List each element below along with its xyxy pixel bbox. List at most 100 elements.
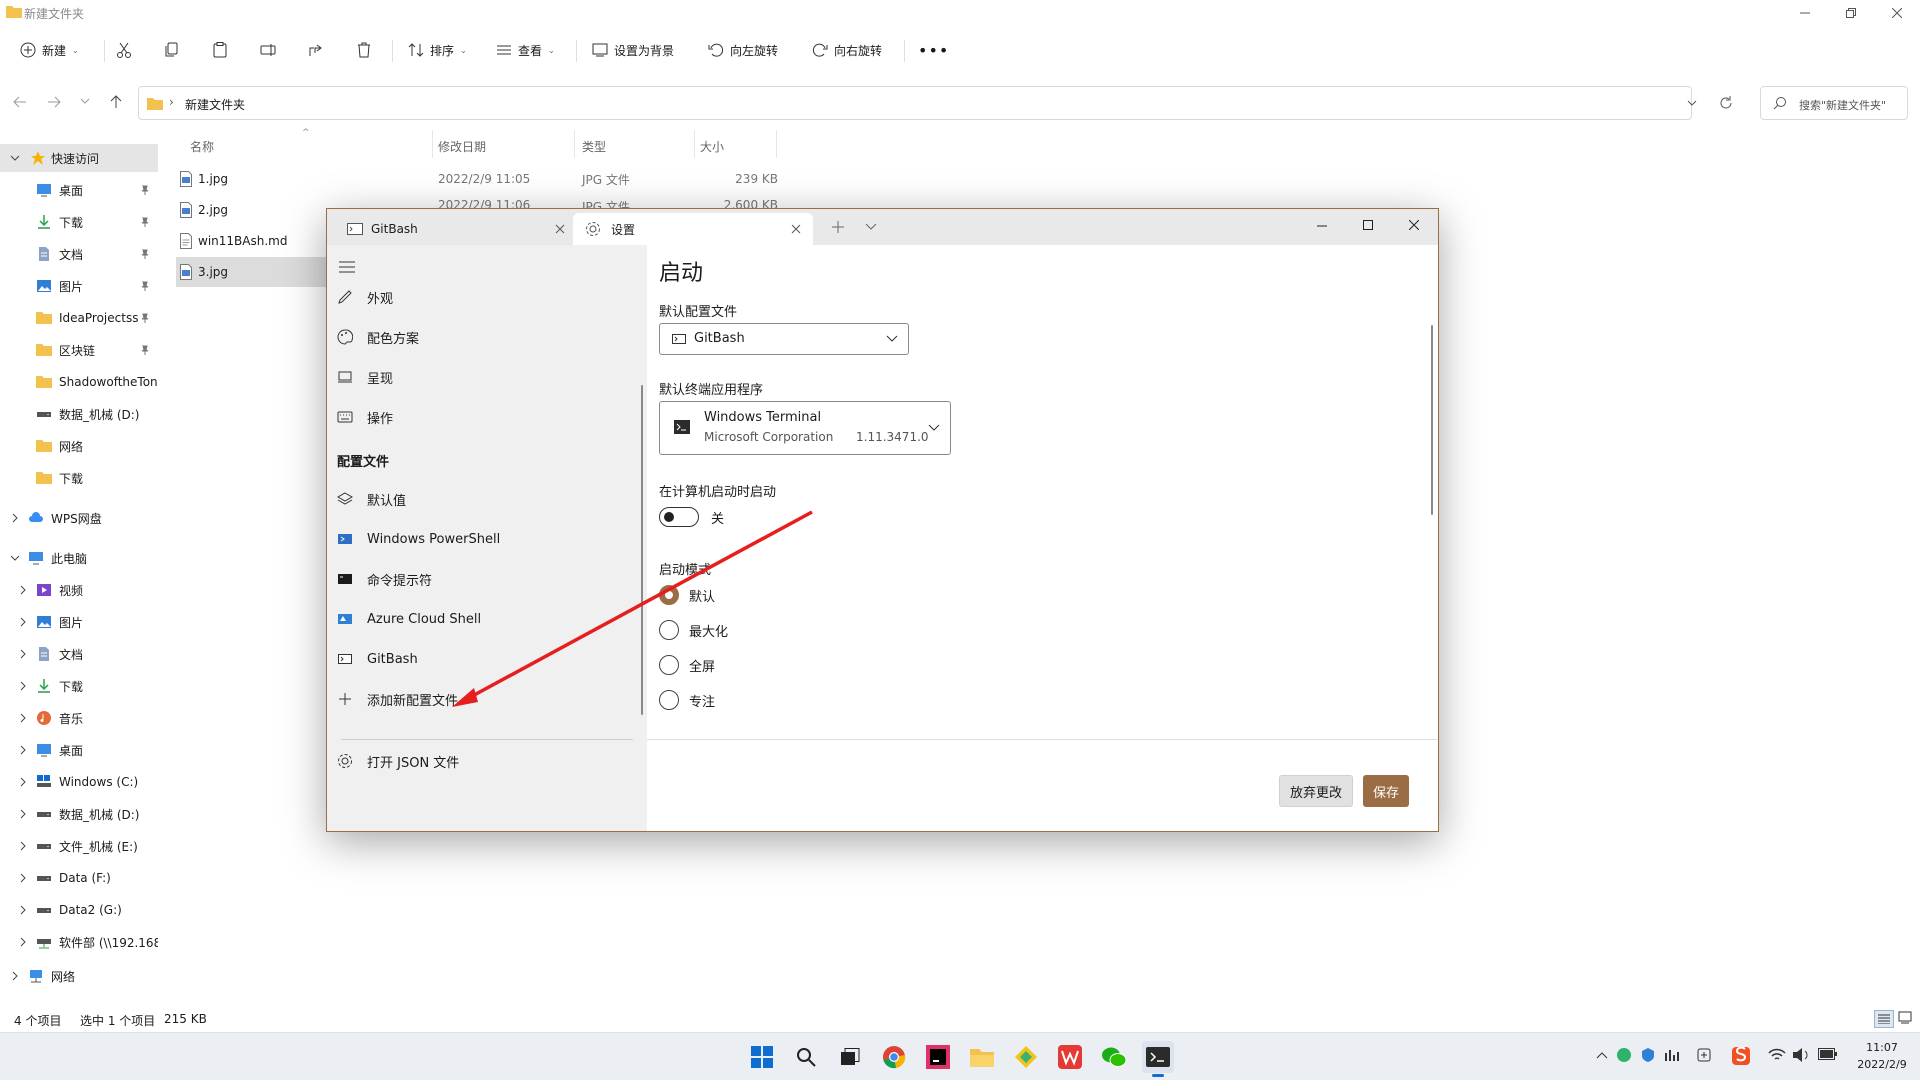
close-tab-icon[interactable] bbox=[791, 224, 801, 234]
details-view-button[interactable] bbox=[1874, 1010, 1894, 1028]
pane-scrollbar[interactable] bbox=[641, 385, 643, 715]
refresh-icon[interactable] bbox=[1719, 96, 1733, 110]
tray-app-icon[interactable] bbox=[1616, 1047, 1632, 1063]
minimize-button[interactable] bbox=[1782, 0, 1828, 26]
default-terminal-dropdown[interactable]: Windows Terminal Microsoft Corporation 1… bbox=[659, 401, 951, 455]
nav-wps[interactable]: WPS网盘 bbox=[0, 504, 158, 532]
breadcrumb-current[interactable]: 新建文件夹 bbox=[185, 96, 245, 113]
task-view-button[interactable] bbox=[834, 1041, 866, 1073]
nav-pc-item[interactable]: 音乐 bbox=[0, 704, 158, 732]
maximize-icon[interactable] bbox=[1363, 220, 1373, 230]
more-options-button[interactable]: ••• bbox=[918, 34, 949, 66]
content-scrollbar[interactable] bbox=[1431, 325, 1433, 515]
nav-quick-item[interactable]: 文档 bbox=[0, 240, 158, 268]
nav-quick-item[interactable]: ShadowoftheTon bbox=[0, 368, 158, 396]
tab-gitbash[interactable]: GitBash bbox=[333, 213, 573, 245]
nav-pc-item[interactable]: 下载 bbox=[0, 672, 158, 700]
chevron-up-icon[interactable] bbox=[1596, 1051, 1608, 1059]
nav-pc-item[interactable]: 图片 bbox=[0, 608, 158, 636]
open-json-file[interactable]: 打开 JSON 文件 bbox=[337, 743, 637, 779]
profile-powershell[interactable]: Windows PowerShell bbox=[337, 521, 637, 557]
nav-quick-item[interactable]: 桌面 bbox=[0, 176, 158, 204]
terminal-app[interactable] bbox=[1142, 1041, 1174, 1077]
sort-button[interactable]: 排序 ⌄ bbox=[408, 34, 467, 66]
rotate-left-button[interactable]: 向左旋转 bbox=[708, 34, 778, 66]
new-button[interactable]: 新建 ⌄ bbox=[20, 34, 79, 66]
share-button[interactable] bbox=[308, 34, 324, 66]
radio-fullscreen[interactable] bbox=[659, 655, 679, 675]
nav-quick-item[interactable]: 数据_机械 (D:) bbox=[0, 400, 158, 428]
start-button[interactable] bbox=[746, 1041, 778, 1073]
settings-nav-actions[interactable]: 操作 bbox=[337, 399, 637, 435]
wifi-icon[interactable] bbox=[1768, 1047, 1786, 1063]
taskbar-search-button[interactable] bbox=[790, 1041, 822, 1073]
recent-locations-button[interactable] bbox=[80, 96, 90, 106]
tray-shield-icon[interactable] bbox=[1640, 1047, 1656, 1063]
address-bar[interactable]: › 新建文件夹 bbox=[138, 86, 1732, 120]
profile-azure[interactable]: Azure Cloud Shell bbox=[337, 601, 637, 637]
wps-app[interactable] bbox=[1054, 1041, 1086, 1073]
nav-quick-item[interactable]: 下载 bbox=[0, 464, 158, 492]
column-header-size[interactable]: 大小 bbox=[700, 138, 724, 155]
forward-button[interactable] bbox=[46, 94, 62, 110]
address-dropdown-icon[interactable] bbox=[1687, 98, 1697, 108]
rename-button[interactable] bbox=[260, 34, 276, 66]
nav-quick-item[interactable]: 图片 bbox=[0, 272, 158, 300]
tray-meter-icon[interactable] bbox=[1664, 1047, 1680, 1063]
close-tab-icon[interactable] bbox=[555, 224, 565, 234]
input-method-icon[interactable] bbox=[1696, 1047, 1712, 1063]
column-header-type[interactable]: 类型 bbox=[582, 138, 606, 155]
nav-pc-item[interactable]: 软件部 (\\192.168 bbox=[0, 928, 158, 956]
nav-pc-item[interactable]: Data (F:) bbox=[0, 864, 158, 892]
nav-quick-item[interactable]: IdeaProjectss bbox=[0, 304, 158, 332]
nav-pc-item[interactable]: 视频 bbox=[0, 576, 158, 604]
launch-on-startup-toggle[interactable] bbox=[659, 507, 699, 527]
nav-pc-item[interactable]: Data2 (G:) bbox=[0, 896, 158, 924]
add-new-profile[interactable]: 添加新配置文件 bbox=[337, 681, 637, 717]
delete-button[interactable] bbox=[356, 34, 372, 66]
file-row[interactable]: 1.jpg 2022/2/9 11:05 JPG 文件 239 KB bbox=[176, 164, 778, 194]
view-button[interactable]: 查看 ⌄ bbox=[496, 34, 555, 66]
nav-this-pc[interactable]: 此电脑 bbox=[0, 544, 158, 572]
settings-nav-color-schemes[interactable]: 配色方案 bbox=[337, 319, 637, 355]
profile-gitbash[interactable]: GitBash bbox=[337, 641, 637, 677]
volume-icon[interactable] bbox=[1792, 1047, 1810, 1063]
copy-button[interactable] bbox=[164, 34, 180, 66]
hamburger-menu-icon[interactable] bbox=[339, 261, 355, 273]
discard-changes-button[interactable]: 放弃更改 bbox=[1279, 775, 1353, 807]
pinned-app[interactable] bbox=[1010, 1041, 1042, 1073]
column-header-date[interactable]: 修改日期 bbox=[438, 138, 486, 155]
settings-nav-appearance[interactable]: 外观 bbox=[337, 279, 637, 315]
close-icon[interactable] bbox=[1409, 220, 1419, 230]
close-button[interactable] bbox=[1874, 0, 1920, 26]
minimize-icon[interactable] bbox=[1317, 225, 1327, 227]
radio-maximized[interactable] bbox=[659, 620, 679, 640]
rotate-right-button[interactable]: 向右旋转 bbox=[812, 34, 882, 66]
file-row-selected[interactable]: 3.jpg bbox=[176, 257, 326, 287]
nav-pc-item[interactable]: 文件_机械 (E:) bbox=[0, 832, 158, 860]
clock-time[interactable]: 11:07 bbox=[1852, 1041, 1912, 1054]
back-button[interactable] bbox=[12, 94, 28, 110]
nav-quick-item[interactable]: 下载 bbox=[0, 208, 158, 236]
profile-defaults[interactable]: 默认值 bbox=[337, 481, 637, 517]
tab-dropdown-chevron-icon[interactable] bbox=[865, 223, 877, 231]
nav-quick-access[interactable]: 快速访问 bbox=[0, 144, 158, 172]
up-button[interactable] bbox=[108, 94, 124, 110]
radio-focus[interactable] bbox=[659, 690, 679, 710]
nav-pc-item[interactable]: 数据_机械 (D:) bbox=[0, 800, 158, 828]
radio-default[interactable] bbox=[659, 585, 679, 605]
column-header-name[interactable]: 名称 bbox=[190, 138, 214, 155]
wechat-app[interactable] bbox=[1098, 1041, 1130, 1073]
clock-date[interactable]: 2022/2/9 bbox=[1852, 1058, 1912, 1071]
sogou-icon[interactable] bbox=[1732, 1047, 1750, 1065]
jetbrains-app[interactable] bbox=[922, 1041, 954, 1073]
nav-quick-item[interactable]: 区块链 bbox=[0, 336, 158, 364]
nav-quick-item[interactable]: 网络 bbox=[0, 432, 158, 460]
cut-button[interactable] bbox=[116, 34, 132, 66]
save-button[interactable]: 保存 bbox=[1363, 775, 1409, 807]
default-profile-dropdown[interactable]: GitBash bbox=[659, 323, 909, 355]
nav-network[interactable]: 网络 bbox=[0, 962, 158, 990]
profile-cmd[interactable]: 命令提示符 bbox=[337, 561, 637, 597]
new-tab-plus-icon[interactable] bbox=[832, 221, 844, 233]
settings-nav-rendering[interactable]: 呈现 bbox=[337, 359, 637, 395]
